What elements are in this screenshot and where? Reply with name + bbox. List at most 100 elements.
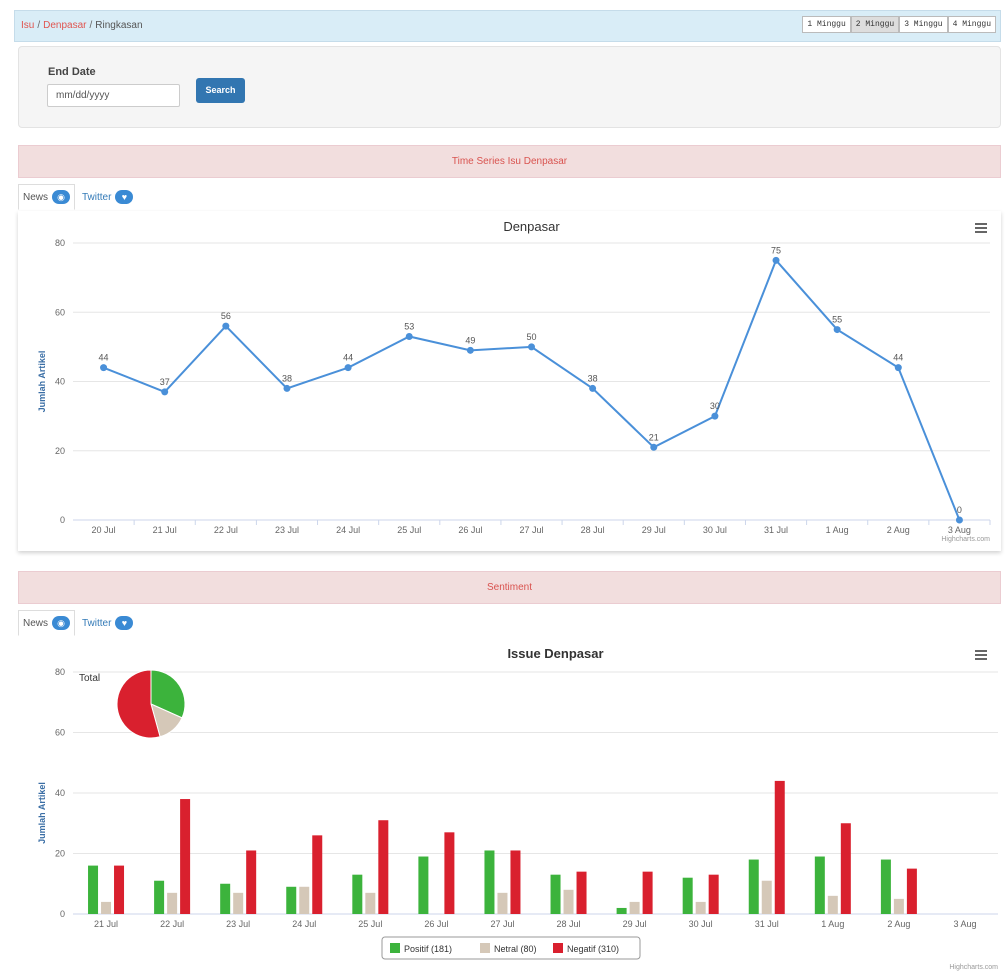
x-tick-label: 28 Jul (557, 919, 581, 929)
x-tick-label: 30 Jul (689, 919, 713, 929)
data-label: 44 (99, 353, 109, 363)
chart-title: Denpasar (503, 219, 560, 234)
x-tick-label: 22 Jul (160, 919, 184, 929)
x-tick-label: 3 Aug (948, 525, 971, 535)
data-point (100, 364, 108, 372)
bar (774, 780, 785, 914)
bar (576, 871, 587, 914)
legend-label: Positif (181) (404, 944, 452, 954)
bar (827, 895, 838, 914)
legend-swatch (553, 943, 563, 953)
tab-twitter[interactable]: Twitter ♥ (78, 610, 137, 636)
tab-news[interactable]: News ◉ (18, 610, 76, 636)
bar-chart: Issue Denpasar 0 20 40 60 80 Jumlah Artikel 21 … (37, 646, 998, 971)
data-point (161, 388, 169, 396)
range-4-minggu-button[interactable]: 4 Minggu (947, 16, 996, 33)
menu-icon[interactable] (975, 223, 987, 233)
rss-icon: ◉ (52, 190, 71, 204)
pie-label: Total (79, 673, 100, 684)
x-tick-label: 23 Jul (226, 919, 250, 929)
end-date-input[interactable]: mm/dd/yyyy (47, 84, 180, 107)
breadcrumb-isu[interactable]: Isu (21, 20, 34, 31)
data-point (528, 343, 535, 351)
bar (352, 874, 363, 914)
y-tick-label: 20 (55, 446, 65, 456)
range-1-minggu-button[interactable]: 1 Minggu (802, 16, 851, 33)
chart-title: Issue Denpasar (507, 646, 603, 661)
data-label: 44 (343, 353, 353, 363)
tab-twitter[interactable]: Twitter ♥ (78, 184, 137, 210)
legend-swatch (390, 943, 400, 953)
menu-icon[interactable] (975, 650, 987, 660)
range-3-minggu-button[interactable]: 3 Minggu (899, 16, 948, 33)
bar (286, 886, 297, 914)
y-tick-label: 0 (60, 515, 65, 525)
legend: Positif (181) Netral (80) Negatif (310) (381, 936, 641, 960)
legend-item[interactable]: Negatif (310) (553, 943, 619, 954)
x-tick-label: 25 Jul (397, 525, 421, 535)
highcharts-credit: Highcharts.com (949, 964, 998, 971)
bar (246, 850, 257, 914)
data-point (283, 384, 291, 392)
sentiment-header: Sentiment (18, 571, 1001, 604)
bar (550, 874, 561, 914)
menu-icon-bar (975, 227, 987, 229)
x-tick-label: 31 Jul (764, 525, 788, 535)
legend-item[interactable]: Netral (80) (480, 943, 537, 954)
tab-news-label: News (23, 617, 49, 629)
search-button[interactable]: Search (196, 78, 245, 103)
menu-icon-bar (975, 658, 987, 660)
data-point (650, 443, 658, 451)
bar (444, 832, 455, 914)
bar (154, 880, 165, 914)
x-tick-label: 28 Jul (581, 525, 605, 535)
bar (497, 892, 508, 914)
range-2-minggu-button[interactable]: 2 Minggu (850, 16, 900, 33)
x-tick-label: 30 Jul (703, 525, 727, 535)
bar (906, 868, 917, 914)
breadcrumb-separator: / (89, 20, 93, 31)
x-tick-label: 2 Aug (887, 525, 910, 535)
x-tick-label: 21 Jul (153, 525, 177, 535)
legend-label: Netral (80) (494, 944, 537, 954)
tab-news-label: News (23, 191, 49, 203)
bar (748, 859, 759, 914)
line-chart-box: Denpasar 0 20 40 60 80 Jumlah Artikel 20 Jul 21 … (18, 211, 1001, 551)
bar (180, 799, 191, 914)
x-tick-label: 31 Jul (755, 919, 779, 929)
top-bar: Isu / Denpasar / Ringkasan 1 Minggu 2 Minggu… (14, 10, 1001, 42)
bar (893, 898, 904, 914)
legend-swatch (480, 943, 490, 953)
x-tick-label: 27 Jul (490, 919, 514, 929)
y-tick-label: 60 (55, 728, 65, 738)
bar (378, 820, 389, 914)
x-tick-label: 25 Jul (358, 919, 382, 929)
legend-label: Negatif (310) (567, 944, 619, 954)
x-tick-label: 21 Jul (94, 919, 118, 929)
y-tick-label: 40 (55, 377, 65, 387)
x-tick-label: 24 Jul (292, 919, 316, 929)
bar (101, 901, 112, 914)
breadcrumb-denpasar[interactable]: Denpasar (43, 20, 86, 31)
data-point (894, 364, 902, 372)
legend-item[interactable]: Positif (181) (390, 943, 452, 954)
rss-icon: ◉ (52, 616, 71, 630)
bar (629, 901, 640, 914)
tab-twitter-label: Twitter (82, 617, 112, 629)
data-label: 44 (893, 353, 903, 363)
menu-icon-bar (975, 650, 987, 652)
bar (695, 901, 706, 914)
menu-icon-bar (975, 654, 987, 656)
y-tick-label: 80 (55, 667, 65, 677)
bar (510, 850, 521, 914)
end-date-label: End Date (48, 66, 96, 78)
data-point (833, 326, 841, 334)
x-tick-label: 26 Jul (458, 525, 482, 535)
data-label: 55 (832, 315, 842, 325)
bar (299, 886, 310, 914)
y-tick-label: 60 (55, 307, 65, 317)
x-tick-label: 27 Jul (519, 525, 543, 535)
breadcrumb-separator: / (37, 20, 41, 31)
tab-news[interactable]: News ◉ (18, 184, 76, 210)
series-line (103, 258, 961, 521)
